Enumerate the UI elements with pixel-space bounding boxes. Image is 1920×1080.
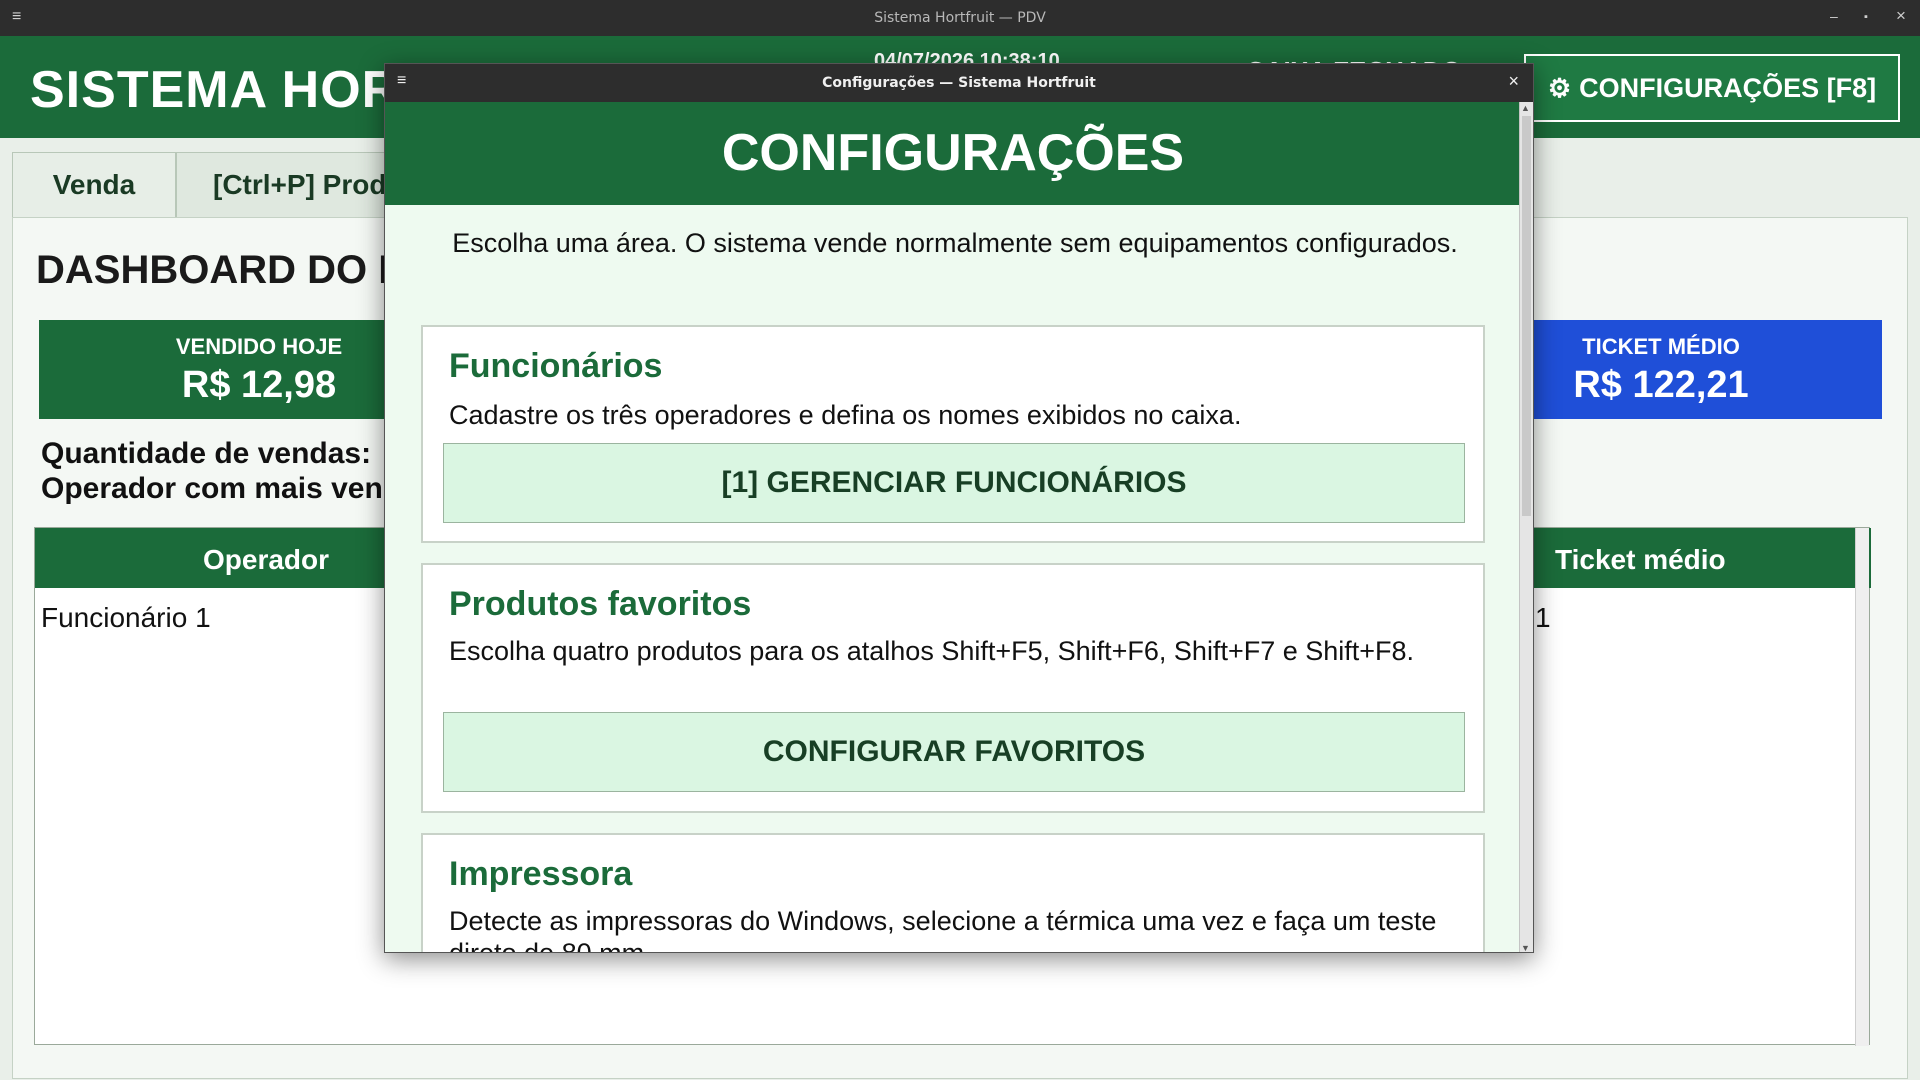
column-header-ticket-medio: Ticket médio [1555,544,1726,575]
column-header-operador: Operador [203,544,330,575]
stat-quantidade-vendas: Quantidade de vendas: [41,437,372,470]
scrollbar-thumb[interactable] [1522,116,1531,516]
dialog-close-icon[interactable]: × [1508,71,1519,92]
table-scrollbar[interactable] [1855,528,1869,1046]
section-title: Funcionários [449,347,663,385]
scroll-up-icon[interactable]: ▲ [1521,103,1530,113]
dialog-intro: Escolha uma área. O sistema vende normal… [452,228,1458,258]
gear-icon: ⚙ [1547,72,1572,103]
scroll-down-icon[interactable]: ▼ [1521,943,1530,952]
section-description: Cadastre os três operadores e defina os … [449,400,1242,430]
dialog-scrollbar[interactable]: ▲ ▼ [1519,102,1533,952]
configurar-favoritos-button[interactable]: CONFIGURAR FAVORITOS [443,712,1465,792]
table-cell-ticket: 1 [1535,602,1551,633]
configuracoes-button-label: CONFIGURAÇÕES [F8] [1579,72,1877,103]
window-title: Sistema Hortfruit — PDV [874,10,1046,26]
section-produtos-favoritos: Produtos favoritos Escolha quatro produt… [421,563,1485,813]
window-close-icon[interactable]: × [1896,6,1906,26]
section-description: Detecte as impressoras do Windows, selec… [449,906,1437,953]
section-impressora: Impressora Detecte as impressoras do Win… [421,833,1485,953]
section-title: Impressora [449,855,633,893]
configuracoes-button[interactable]: ⚙ CONFIGURAÇÕES [F8] [1524,54,1900,122]
configuracoes-dialog: ≡ Configurações — Sistema Hortfruit × CO… [384,63,1534,953]
dialog-heading: CONFIGURAÇÕES [385,102,1521,205]
gerenciar-funcionarios-button[interactable]: [1] GERENCIAR FUNCIONÁRIOS [443,443,1465,523]
tab-venda[interactable]: Venda [12,152,176,218]
os-titlebar: ≡ Sistema Hortfruit — PDV – ▪ × [0,0,1920,36]
table-cell-operador: Funcionário 1 [41,602,211,633]
button-label: CONFIGURAR FAVORITOS [762,735,1146,768]
section-funcionarios: Funcionários Cadastre os três operadores… [421,325,1485,543]
dialog-titlebar: ≡ Configurações — Sistema Hortfruit × [385,64,1533,102]
maximize-icon[interactable]: ▪ [1864,11,1868,23]
tab-label: Venda [52,169,136,200]
section-title: Produtos favoritos [449,585,752,623]
section-description: Escolha quatro produtos para os atalhos … [449,636,1415,666]
dialog-window-title: Configurações — Sistema Hortfruit [822,75,1096,91]
minimize-icon[interactable]: – [1830,8,1838,24]
button-label: [1] GERENCIAR FUNCIONÁRIOS [721,466,1187,499]
